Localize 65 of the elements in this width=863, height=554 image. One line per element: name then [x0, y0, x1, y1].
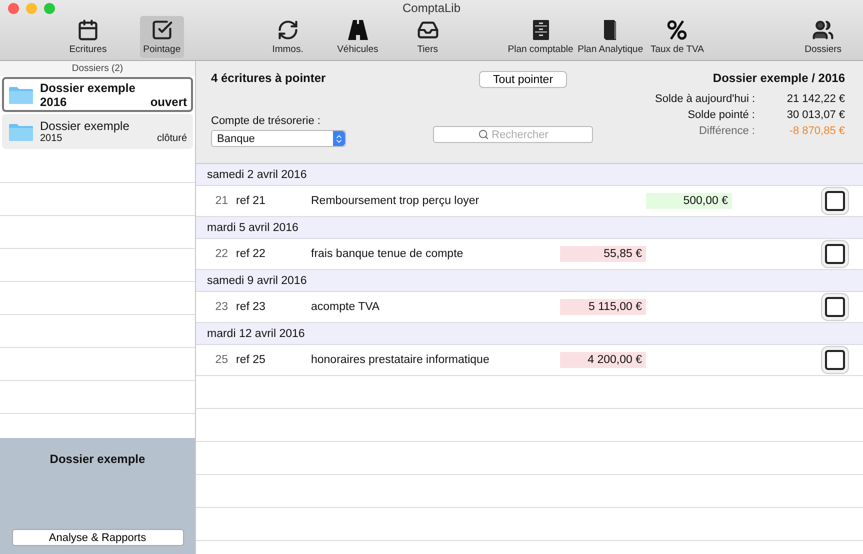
balance-label: Solde pointé :: [688, 109, 755, 121]
folder-icon: [8, 84, 34, 104]
sidebar-header: Dossiers (2): [0, 61, 195, 76]
sync-icon: [276, 19, 299, 41]
entry-label: Remboursement trop perçu loyer: [311, 195, 480, 207]
dossier-item[interactable]: Dossier exemple 2015 clôturé: [2, 114, 193, 149]
balance-value: 30 013,07 €: [786, 109, 845, 121]
toolbar-button[interactable]: Tiers: [406, 16, 450, 58]
entry-ref: ref 22: [236, 248, 266, 260]
calendar-icon: [76, 19, 99, 41]
entry-amount: 5 115,00 €: [560, 299, 646, 315]
entry-number: 21: [214, 195, 229, 207]
cabinet-icon: [532, 19, 550, 41]
toolbar-button[interactable]: Dossiers: [783, 16, 863, 58]
entry-label: frais banque tenue de compte: [311, 248, 464, 260]
date-header: samedi 9 avril 2016: [196, 270, 863, 292]
balance-value: 21 142,22 €: [786, 93, 845, 105]
percent-icon: [666, 19, 688, 41]
balance-label: Solde à aujourd'hui :: [655, 93, 755, 105]
entry-ref: ref 23: [236, 301, 266, 313]
dossier-name: Dossier exemple: [40, 119, 130, 133]
date-header: samedi 2 avril 2016: [196, 164, 863, 186]
people-icon: [812, 19, 834, 41]
entry-ref: ref 25: [236, 354, 266, 366]
account-select[interactable]: Banque: [211, 130, 346, 147]
dossier-title: Dossier exemple: [50, 452, 146, 468]
window-title: ComptaLib: [402, 1, 461, 15]
checkbox-icon: [150, 19, 173, 41]
entry-ref: ref 21: [236, 195, 266, 207]
road-icon: [346, 19, 369, 41]
entry-number: 22: [214, 248, 229, 260]
search-icon: [478, 129, 489, 140]
toolbar-button[interactable]: Plan comptable: [506, 16, 576, 58]
pending-count: 4 écritures à pointer: [211, 71, 326, 85]
entry-number: 25: [214, 354, 229, 366]
folder-icon: [8, 122, 34, 142]
dossier-status: clôturé: [156, 133, 187, 144]
dossier-name: Dossier exemple: [40, 80, 136, 94]
entry-amount: 500,00 €: [646, 193, 732, 209]
report-button[interactable]: Analyse & Rapports: [12, 529, 184, 546]
entry-number: 23: [214, 301, 229, 313]
check-all-button[interactable]: Tout pointer: [479, 71, 567, 88]
dossier-item[interactable]: Dossier exemple 2016 ouvert: [2, 77, 193, 112]
dossier-year: 2015: [40, 133, 62, 144]
dossier-year: 2016: [40, 94, 67, 108]
dossier-heading: Dossier exemple / 2016: [712, 71, 845, 85]
tray-icon: [416, 19, 439, 41]
stepper-icon: [334, 134, 344, 144]
toolbar-button[interactable]: Pointage: [140, 16, 184, 58]
balance-label: Différence :: [698, 125, 755, 137]
date-header: mardi 12 avril 2016: [196, 323, 863, 345]
date-header: mardi 5 avril 2016: [196, 217, 863, 239]
dossier-status: ouvert: [150, 94, 187, 108]
book-icon: [602, 19, 618, 41]
entry-label: honoraires prestataire informatique: [311, 354, 490, 366]
toolbar-button[interactable]: Véhicules: [332, 16, 384, 58]
balance-value: -8 870,85 €: [789, 125, 845, 137]
toolbar-button[interactable]: Plan Analytique: [575, 16, 646, 58]
entry-amount: 4 200,00 €: [560, 352, 646, 368]
toolbar-button[interactable]: Immos.: [262, 16, 313, 58]
entry-amount: 55,85 €: [560, 246, 646, 262]
toolbar-button[interactable]: Ecritures: [66, 16, 110, 58]
account-label: Compte de trésorerie :: [211, 115, 320, 127]
entry-label: acompte TVA: [311, 301, 381, 313]
toolbar-button[interactable]: Taux de TVA: [645, 16, 710, 58]
